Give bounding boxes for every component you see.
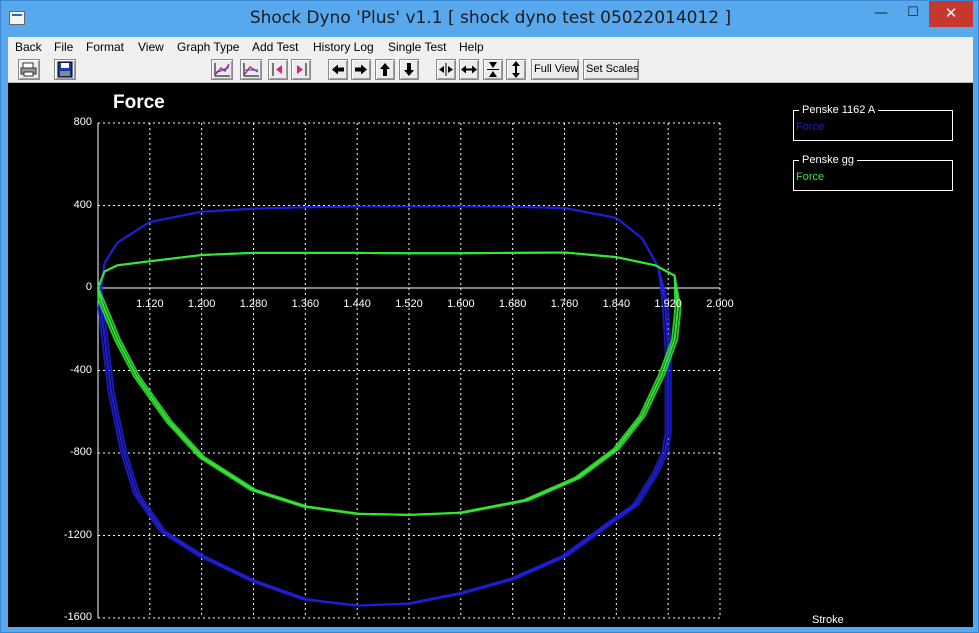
y-tick-label: 400 bbox=[73, 198, 92, 211]
arrow-up-icon[interactable] bbox=[375, 59, 395, 80]
toolbar: Full View Set Scales bbox=[8, 57, 973, 83]
series-line-penske-gg bbox=[97, 251, 682, 516]
arrow-right-icon[interactable] bbox=[351, 59, 371, 80]
expand-vertical-icon[interactable] bbox=[506, 59, 526, 80]
y-tick-label: 800 bbox=[73, 116, 92, 128]
y-tick-label: -400 bbox=[69, 363, 92, 376]
legend-series-label: Force bbox=[796, 121, 825, 133]
bracket-right-icon[interactable] bbox=[291, 59, 311, 80]
save-disk-icon[interactable] bbox=[54, 59, 76, 80]
y-tick-label: -1600 bbox=[63, 611, 92, 623]
legend-series-label: Force bbox=[796, 171, 825, 183]
x-tick-label: 1.600 bbox=[447, 298, 475, 310]
x-tick-label: 1.120 bbox=[136, 298, 164, 310]
menu-help[interactable]: Help bbox=[459, 40, 484, 54]
menu-add-test[interactable]: Add Test bbox=[252, 40, 298, 54]
menu-history-log[interactable]: History Log bbox=[313, 40, 374, 54]
x-tick-label: 1.760 bbox=[550, 298, 579, 310]
y-tick-label: -800 bbox=[69, 446, 92, 458]
y-tick-label: 0 bbox=[85, 281, 92, 293]
set-scales-button[interactable]: Set Scales bbox=[583, 59, 639, 80]
bracket-left-icon[interactable] bbox=[268, 59, 288, 80]
series-line-penske-gg bbox=[97, 251, 677, 516]
maximize-icon[interactable]: ☐ bbox=[897, 1, 929, 27]
graph-type-icon[interactable] bbox=[211, 59, 233, 80]
window-title: Shock Dyno 'Plus' v1.1 [ shock dyno test… bbox=[249, 8, 732, 28]
chart-title: Force bbox=[113, 92, 165, 113]
series-line-penske-1162-a bbox=[100, 205, 672, 607]
close-icon[interactable]: ✕ bbox=[929, 1, 973, 27]
app-window: Shock Dyno 'Plus' v1.1 [ shock dyno test… bbox=[0, 0, 979, 633]
x-tick-label: 2.000 bbox=[706, 298, 734, 310]
menu-back[interactable]: Back bbox=[15, 40, 42, 54]
minimize-icon[interactable]: — bbox=[865, 1, 897, 27]
series-line-penske-gg bbox=[97, 251, 679, 516]
legend-box-penske-1162a: Penske 1162 A Force bbox=[793, 104, 953, 141]
x-tick-label: 1.200 bbox=[187, 298, 216, 310]
graph-overlay-icon[interactable] bbox=[240, 59, 262, 80]
x-axis-label: Stroke bbox=[812, 614, 844, 626]
legend-box-penske-gg: Penske gg Force bbox=[793, 154, 953, 191]
shrink-vertical-icon[interactable] bbox=[483, 59, 503, 80]
y-tick-label: -1200 bbox=[63, 528, 92, 541]
title-bar[interactable]: Shock Dyno 'Plus' v1.1 [ shock dyno test… bbox=[1, 1, 979, 37]
menu-graph-type[interactable]: Graph Type bbox=[177, 40, 239, 54]
x-tick-label: 1.280 bbox=[239, 298, 268, 310]
x-tick-label: 1.840 bbox=[602, 298, 631, 310]
x-tick-label: 1.920 bbox=[654, 298, 682, 310]
menu-file[interactable]: File bbox=[54, 40, 73, 54]
menu-view[interactable]: View bbox=[138, 40, 164, 54]
expand-horizontal-icon[interactable] bbox=[459, 59, 479, 80]
chart-canvas: Force 800 400 0 -400 -800 -1200 -1600 1.120 1.20… bbox=[8, 83, 973, 627]
x-tick-label: 1.360 bbox=[291, 298, 320, 310]
x-tick-label: 1.440 bbox=[343, 298, 371, 310]
menu-format[interactable]: Format bbox=[86, 40, 124, 54]
x-tick-label: 1.680 bbox=[498, 298, 527, 310]
x-tick-label: 1.520 bbox=[395, 298, 423, 310]
legend-name: Penske gg bbox=[799, 154, 857, 166]
menu-single-test[interactable]: Single Test bbox=[388, 40, 446, 54]
full-view-button[interactable]: Full View bbox=[531, 59, 579, 80]
shrink-horizontal-icon[interactable] bbox=[436, 59, 456, 80]
menu-bar: Back File Format View Graph Type Add Tes… bbox=[8, 37, 973, 57]
legend-name: Penske 1162 A bbox=[799, 104, 879, 116]
printer-icon[interactable] bbox=[18, 59, 40, 80]
arrow-left-icon[interactable] bbox=[328, 59, 348, 80]
arrow-down-icon[interactable] bbox=[399, 59, 419, 80]
